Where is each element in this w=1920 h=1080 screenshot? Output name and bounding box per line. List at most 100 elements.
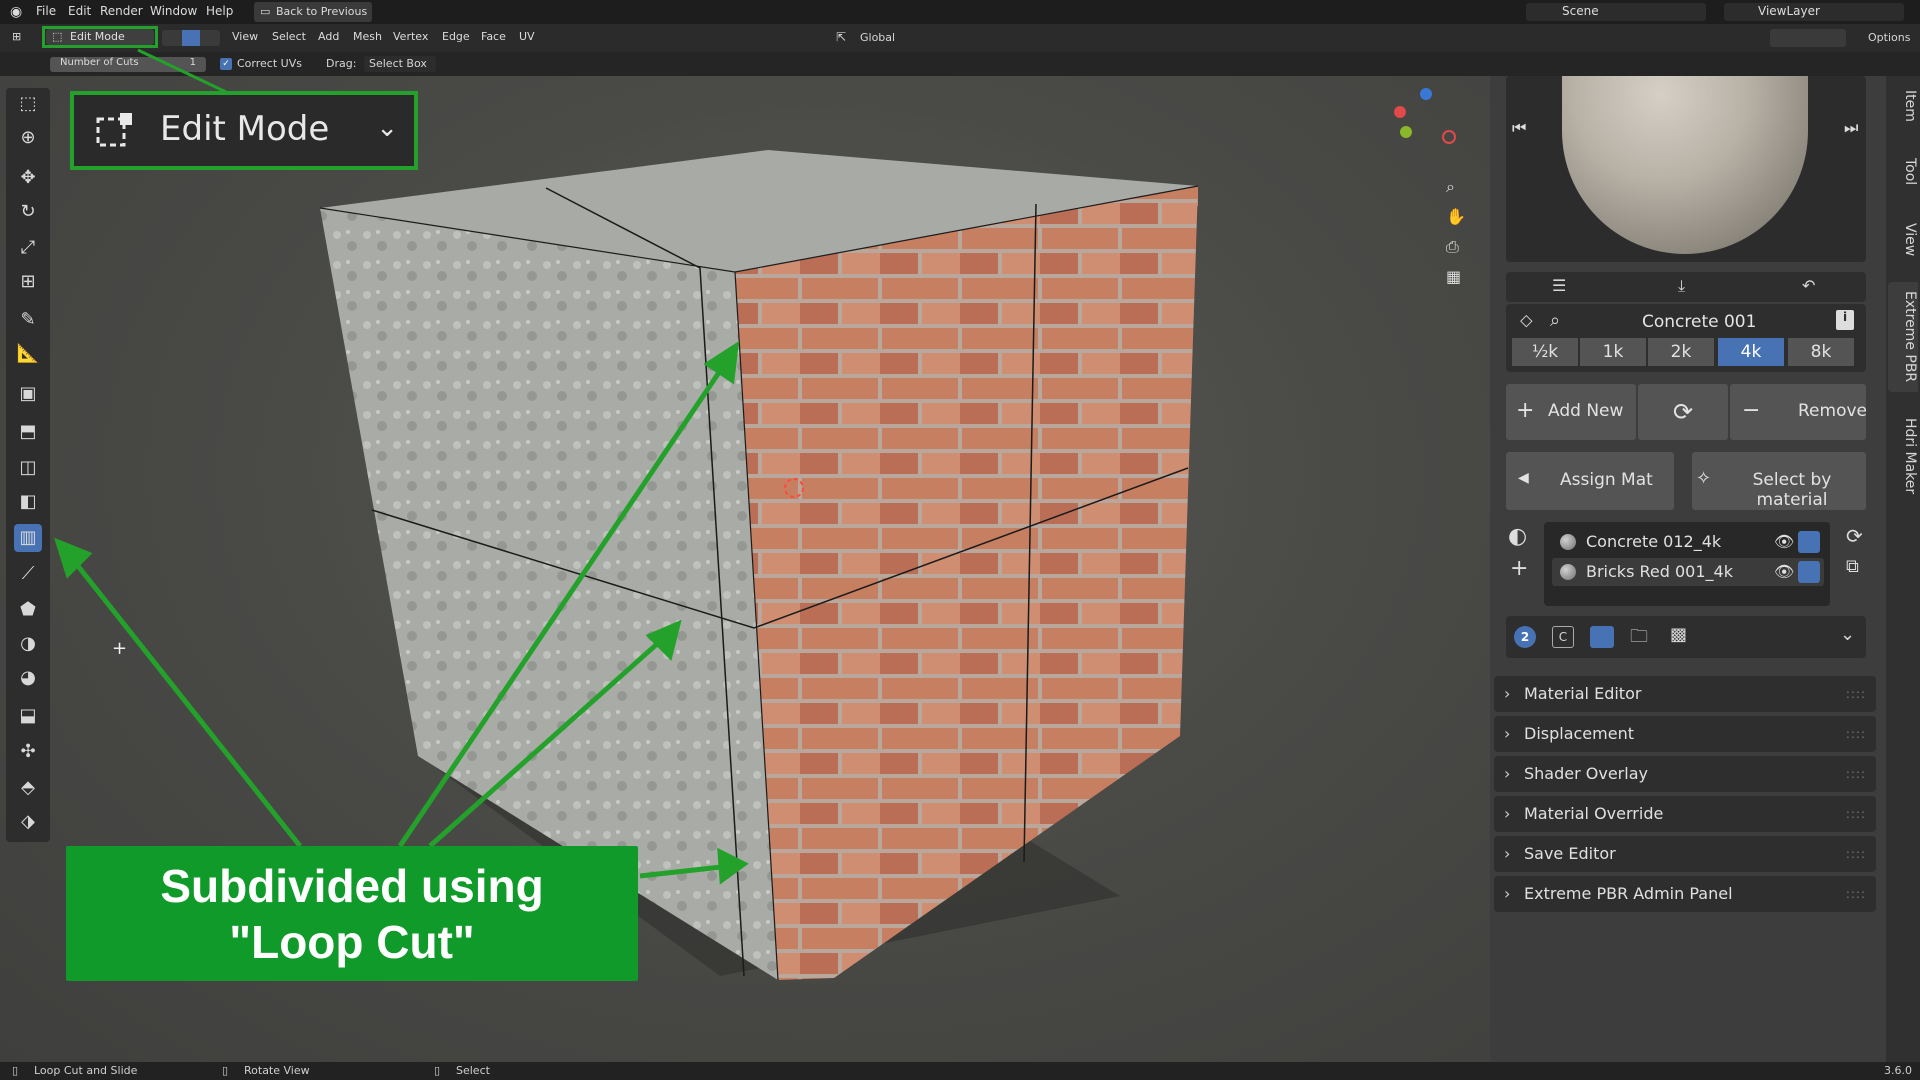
drag-grip-icon[interactable]: :::: — [1846, 836, 1866, 872]
section-save-editor[interactable]: › Save Editor:::: — [1494, 836, 1876, 872]
tab-item[interactable]: Item — [1888, 86, 1918, 126]
resolution-half-k[interactable]: ½k — [1512, 338, 1578, 366]
uv-edit-icon[interactable] — [1798, 531, 1820, 553]
grid-icon[interactable]: ▦ — [1446, 262, 1466, 292]
chevron-down-icon[interactable]: ⌄ — [1840, 624, 1855, 645]
drag-grip-icon[interactable]: :::: — [1846, 716, 1866, 752]
drag-grip-icon[interactable]: :::: — [1846, 756, 1866, 792]
z-axis-icon[interactable] — [1420, 88, 1432, 100]
spin-icon[interactable]: ◑ — [14, 630, 42, 658]
material-slot[interactable]: Concrete 012_4k 👁 — [1552, 528, 1824, 556]
menu-window[interactable]: Window — [150, 4, 197, 18]
select-mode-buttons[interactable] — [162, 30, 220, 46]
rotate-icon[interactable]: ↻ — [14, 198, 42, 226]
inset-icon[interactable]: ◫ — [14, 454, 42, 482]
checker-icon[interactable]: ▩ — [1670, 624, 1687, 645]
menu-uv[interactable]: UV — [519, 30, 535, 43]
menu-vertex[interactable]: Vertex — [393, 30, 428, 43]
tab-extreme-pbr[interactable]: Extreme PBR — [1888, 282, 1918, 392]
tab-view[interactable]: View — [1888, 218, 1918, 262]
info-icon[interactable]: i — [1836, 310, 1854, 330]
navigation-gizmo[interactable] — [1390, 88, 1460, 158]
shear-icon[interactable]: ⬘ — [14, 774, 42, 802]
refresh-icon[interactable]: ⟳ — [1638, 384, 1728, 440]
menu-render[interactable]: Render — [100, 4, 143, 18]
folder-icon[interactable]: 🗀 — [1630, 624, 1648, 654]
extrude-icon[interactable]: ⬒ — [14, 418, 42, 446]
material-name[interactable]: Concrete 001 — [1642, 312, 1756, 332]
settings-sliders-icon[interactable]: ☰ — [1552, 276, 1566, 295]
camera-icon[interactable]: ⎙ — [1446, 232, 1466, 262]
viewlayer-selector[interactable]: ViewLayer — [1724, 3, 1904, 21]
menu-add[interactable]: Add — [318, 30, 339, 43]
cursor-tool-icon[interactable]: ⊕ — [14, 124, 42, 152]
material-tag-icon[interactable]: ⬦ — [1520, 310, 1533, 331]
editor-type-icon[interactable]: ⊞ — [12, 30, 21, 43]
import-icon[interactable]: ⤓ — [1678, 276, 1685, 296]
poly-build-icon[interactable]: ⬟ — [14, 596, 42, 624]
zoom-icon[interactable]: ⌕ — [1446, 172, 1466, 202]
eye-icon[interactable]: 👁 — [1774, 528, 1794, 556]
grid-tool-icon[interactable] — [1590, 626, 1614, 648]
menu-edit[interactable]: Edit — [68, 4, 91, 18]
tab-hdri-maker[interactable]: Hdri Maker — [1888, 408, 1918, 504]
eye-icon[interactable]: 👁 — [1774, 558, 1794, 586]
resolution-2k[interactable]: 2k — [1648, 338, 1714, 366]
menu-edge[interactable]: Edge — [442, 30, 470, 43]
smooth-icon[interactable]: ◕ — [14, 664, 42, 692]
shading-buttons[interactable] — [1770, 29, 1846, 47]
drag-select-dropdown[interactable]: Select Box — [364, 56, 436, 72]
x-axis-icon[interactable] — [1394, 106, 1406, 118]
move-icon[interactable]: ✥ — [14, 164, 42, 192]
previous-material-icon[interactable]: ⏮ — [1512, 118, 1526, 138]
resolution-4k[interactable]: 4k — [1718, 338, 1784, 366]
menu-help[interactable]: Help — [206, 4, 233, 18]
resolution-8k[interactable]: 8k — [1788, 338, 1854, 366]
rip-region-icon[interactable]: ⬗ — [14, 808, 42, 836]
menu-select[interactable]: Select — [272, 30, 306, 43]
select-box-icon[interactable]: ⬚ — [14, 90, 42, 118]
search-icon[interactable]: ⌕ — [1550, 310, 1560, 331]
section-shader-overlay[interactable]: › Shader Overlay:::: — [1494, 756, 1876, 792]
back-to-previous-button[interactable]: ▭ Back to Previous — [254, 2, 372, 22]
section-extreme-pbr-admin-panel[interactable]: › Extreme PBR Admin Panel:::: — [1494, 876, 1876, 912]
neg-x-axis-icon[interactable] — [1442, 130, 1456, 144]
assign-mat-button[interactable]: ◀ Assign Mat — [1506, 452, 1674, 510]
add-new-button[interactable]: + Add New — [1506, 384, 1636, 440]
transform-icon[interactable]: ⊞ — [14, 268, 42, 296]
resolution-1k[interactable]: 1k — [1580, 338, 1646, 366]
section-material-editor[interactable]: › Material Editor:::: — [1494, 676, 1876, 712]
section-material-override[interactable]: › Material Override:::: — [1494, 796, 1876, 832]
next-material-icon[interactable]: ⏭ — [1844, 118, 1858, 138]
mode-selector[interactable]: ⬚ Edit Mode — [46, 29, 154, 45]
orientation-dropdown[interactable]: ⇱ Global — [836, 28, 914, 48]
edge-slide-icon[interactable]: ⬓ — [14, 702, 42, 730]
bevel-icon[interactable]: ◧ — [14, 488, 42, 516]
remove-button[interactable]: − Remove — [1730, 384, 1867, 440]
drag-grip-icon[interactable]: :::: — [1846, 876, 1866, 912]
knife-icon[interactable]: ⟋ — [14, 560, 42, 588]
menu-mesh[interactable]: Mesh — [353, 30, 382, 43]
scale-icon[interactable]: ⤢ — [14, 234, 42, 262]
uv-edit-icon[interactable] — [1798, 561, 1820, 583]
copy-icon[interactable]: ⧉ — [1846, 556, 1859, 577]
menu-file[interactable]: File — [36, 4, 56, 18]
shrink-fatten-icon[interactable]: ✣ — [14, 738, 42, 766]
measure-icon[interactable]: 📐 — [14, 340, 42, 368]
add-slot-icon[interactable]: + — [1510, 556, 1528, 581]
pan-hand-icon[interactable]: ✋ — [1446, 202, 1466, 232]
select-by-material-button[interactable]: ✧ Select by material — [1692, 452, 1866, 510]
material-sphere-icon[interactable]: ◐ — [1508, 524, 1527, 549]
undo-icon[interactable]: ↶ — [1802, 276, 1815, 295]
loop-cut-icon[interactable]: ▥ — [14, 524, 42, 552]
scene-selector[interactable]: Scene — [1526, 3, 1706, 21]
sync-icon[interactable]: ⟳ — [1846, 524, 1863, 548]
blender-logo-icon[interactable]: ◉ — [10, 4, 22, 20]
add-cube-icon[interactable]: ▣ — [14, 380, 42, 408]
edge-select-mode-button[interactable] — [182, 30, 200, 46]
tab-tool[interactable]: Tool — [1888, 152, 1918, 192]
drag-grip-icon[interactable]: :::: — [1846, 796, 1866, 832]
annotate-icon[interactable]: ✎ — [14, 306, 42, 334]
c-tool-icon[interactable]: C — [1552, 626, 1574, 648]
material-slot[interactable]: Bricks Red 001_4k 👁 — [1552, 558, 1824, 586]
